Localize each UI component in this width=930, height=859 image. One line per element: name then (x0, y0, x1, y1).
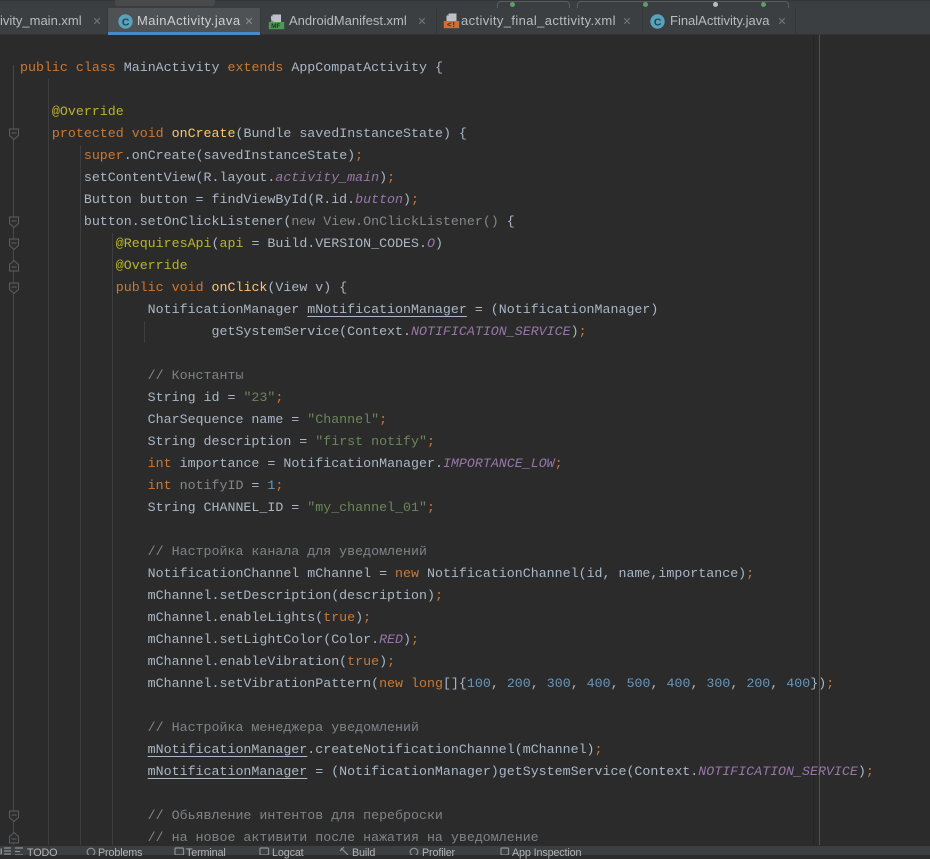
svg-text:MF: MF (271, 23, 280, 30)
svg-text:C: C (122, 16, 130, 28)
svg-text:<!: <! (447, 22, 456, 29)
svg-text:C: C (654, 16, 662, 28)
